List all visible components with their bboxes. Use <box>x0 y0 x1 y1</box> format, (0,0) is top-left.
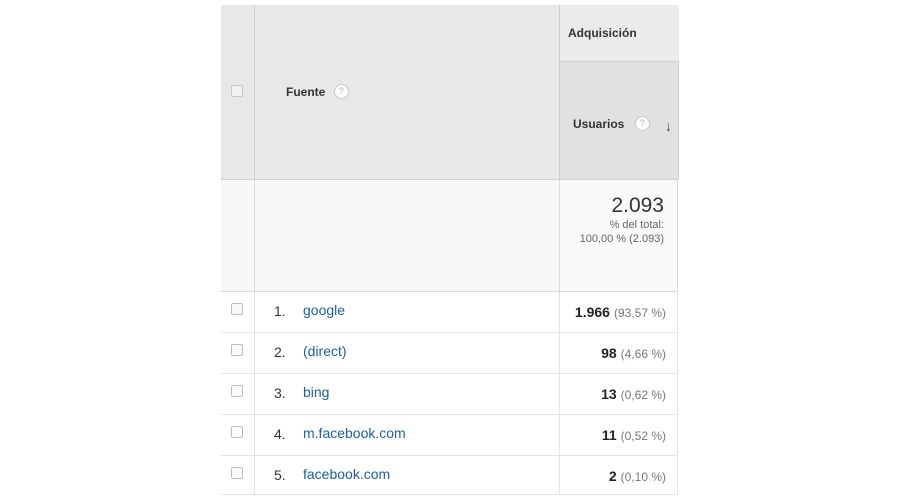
table-row: 2. (direct) 98 (4,66 %) <box>221 333 678 374</box>
totals-row: 2.093 % del total: 100,00 % (2.093) <box>221 180 678 292</box>
row-checkbox-cell <box>221 292 255 333</box>
table-header: Fuente ? Adquisición Usuarios ? ↓ <box>221 5 679 180</box>
dimension-header[interactable]: Fuente ? <box>255 5 558 179</box>
table-row: 4. m.facebook.com 11 (0,52 %) <box>221 415 678 456</box>
metric-percent: (0,62 %) <box>620 388 666 402</box>
table-row: 3. bing 13 (0,62 %) <box>221 374 678 415</box>
question-circle-icon[interactable]: ? <box>634 116 650 132</box>
dimension-header-label[interactable]: Fuente <box>286 85 325 99</box>
source-link[interactable]: google <box>303 302 345 318</box>
metric-value: 2 <box>608 468 617 484</box>
metric-value: 13 <box>601 386 617 402</box>
metric-column-header[interactable]: Usuarios ? ↓ <box>560 62 679 179</box>
totals-checkbox-cell <box>221 180 255 291</box>
row-metric-cell: 2 (0,10 %) <box>559 456 678 494</box>
totals-metric-cell: 2.093 % del total: 100,00 % (2.093) <box>559 180 678 291</box>
row-checkbox[interactable] <box>231 467 243 479</box>
total-value: 2.093 <box>611 194 664 217</box>
metric-header-label[interactable]: Usuarios <box>573 117 624 131</box>
row-checkbox-cell <box>221 333 255 374</box>
row-index: 1. <box>274 303 286 319</box>
header-checkbox-cell <box>221 5 255 179</box>
row-metric-cell: 13 (0,62 %) <box>559 374 678 415</box>
row-checkbox-cell <box>221 456 255 494</box>
row-index: 5. <box>274 467 286 483</box>
select-all-checkbox[interactable] <box>231 85 243 97</box>
row-metric-cell: 11 (0,52 %) <box>559 415 678 456</box>
report-table: Fuente ? Adquisición Usuarios ? ↓ 2.093 … <box>221 5 679 495</box>
row-metric-cell: 98 (4,66 %) <box>559 333 678 374</box>
metric-percent: (0,52 %) <box>620 429 666 443</box>
row-checkbox[interactable] <box>231 426 243 438</box>
metric-value: 11 <box>601 427 617 443</box>
metric-percent: (0,10 %) <box>620 470 666 484</box>
row-index: 4. <box>274 426 286 442</box>
question-circle-icon[interactable]: ? <box>333 84 349 100</box>
row-checkbox[interactable] <box>231 303 243 315</box>
total-pct-value: 100,00 % (2.093) <box>579 233 664 245</box>
row-checkbox[interactable] <box>231 344 243 356</box>
metric-value: 98 <box>601 345 617 361</box>
total-pct-label: % del total: <box>609 219 664 231</box>
source-link[interactable]: facebook.com <box>303 466 390 482</box>
row-checkbox-cell <box>221 415 255 456</box>
metric-group-label: Adquisición <box>568 26 637 40</box>
metric-value: 1.966 <box>574 304 610 320</box>
source-link[interactable]: bing <box>303 384 329 400</box>
source-link[interactable]: m.facebook.com <box>303 425 406 441</box>
metric-percent: (4,66 %) <box>620 347 666 361</box>
table-row: 5. facebook.com 2 (0,10 %) <box>221 456 678 495</box>
source-link[interactable]: (direct) <box>303 343 347 359</box>
row-index: 3. <box>274 385 286 401</box>
arrow-down-icon[interactable]: ↓ <box>665 118 672 134</box>
row-checkbox[interactable] <box>231 385 243 397</box>
row-checkbox-cell <box>221 374 255 415</box>
row-metric-cell: 1.966 (93,57 %) <box>559 292 678 333</box>
row-index: 2. <box>274 344 286 360</box>
metric-header: Adquisición Usuarios ? ↓ <box>559 5 679 179</box>
metric-percent: (93,57 %) <box>613 306 666 320</box>
metric-group-header: Adquisición <box>560 5 679 62</box>
table-row: 1. google 1.966 (93,57 %) <box>221 292 678 333</box>
